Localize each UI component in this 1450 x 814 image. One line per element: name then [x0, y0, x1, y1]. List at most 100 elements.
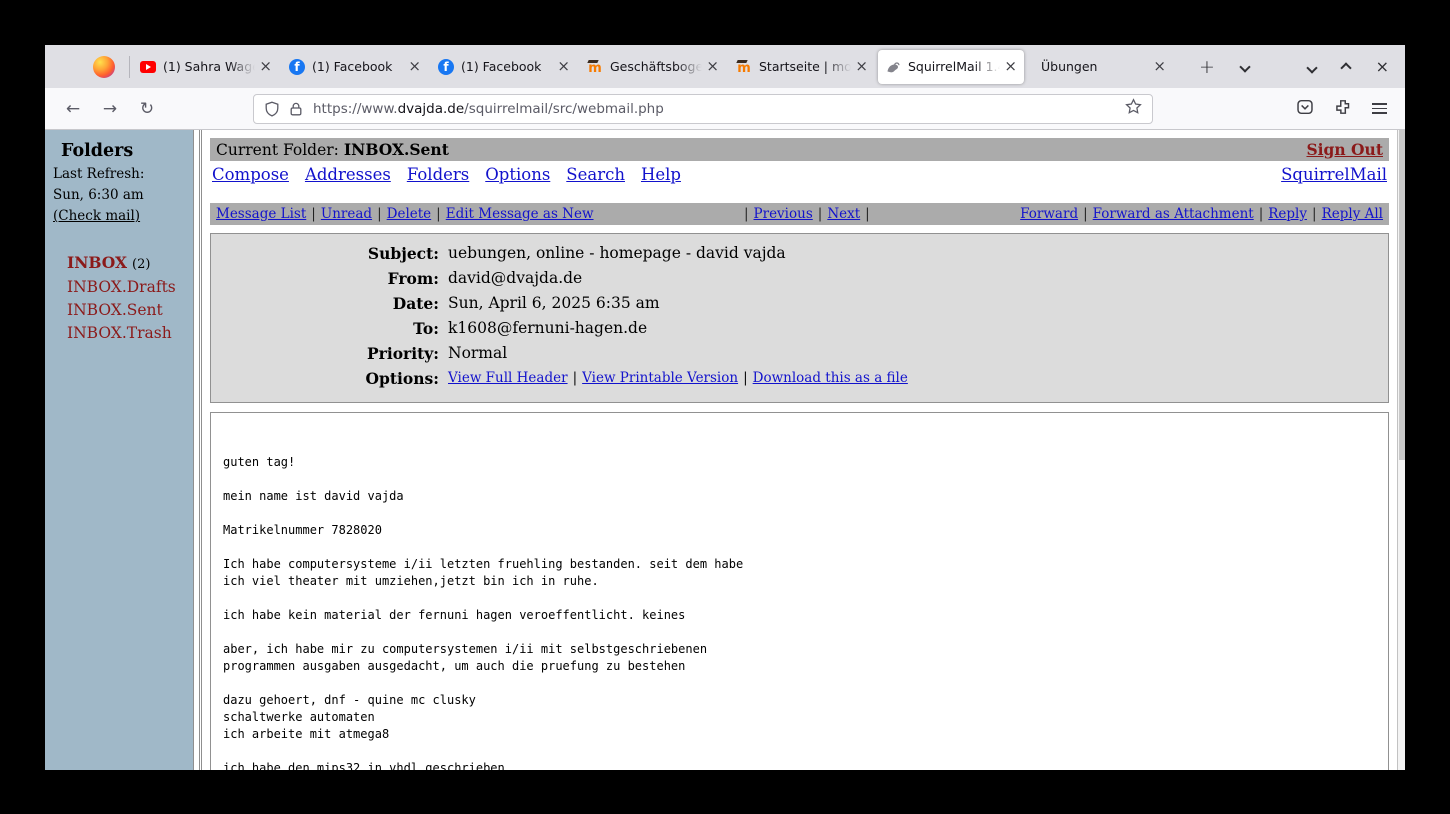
tab-close-icon[interactable]: ×: [706, 59, 719, 74]
message-nav-right: Forward|Forward as Attachment|Reply|Repl…: [1020, 206, 1383, 222]
tab-youtube[interactable]: (1) Sahra Wage ×: [133, 50, 279, 84]
options-links: View Full Header|View Printable Version|…: [448, 366, 908, 391]
tab-close-icon[interactable]: ×: [1153, 59, 1166, 74]
moodle-icon: m: [587, 59, 603, 75]
folders-title: Folders: [61, 141, 193, 161]
message-list-link[interactable]: Message List: [216, 206, 306, 222]
reply-all-link[interactable]: Reply All: [1322, 206, 1383, 222]
tab-close-icon[interactable]: ×: [557, 59, 570, 74]
toolbar-right-icons: [1296, 98, 1387, 120]
separator: |: [436, 206, 441, 222]
menu-help[interactable]: Help: [641, 165, 681, 184]
view-full-header-link[interactable]: View Full Header: [448, 370, 568, 386]
tab-close-icon[interactable]: ×: [408, 59, 421, 74]
trash-link[interactable]: INBOX.Trash: [67, 324, 172, 342]
forward-attachment-link[interactable]: Forward as Attachment: [1093, 206, 1254, 222]
message-header-panel: Subject:uebungen, online - homepage - da…: [210, 233, 1389, 403]
menu-options[interactable]: Options: [485, 165, 550, 184]
menu-folders[interactable]: Folders: [407, 165, 469, 184]
view-printable-link[interactable]: View Printable Version: [582, 370, 738, 386]
separator: |: [1312, 206, 1317, 222]
edit-as-new-link[interactable]: Edit Message as New: [446, 206, 594, 222]
unread-link[interactable]: Unread: [321, 206, 372, 222]
forward-link[interactable]: Forward: [1020, 206, 1078, 222]
menu-search[interactable]: Search: [566, 165, 625, 184]
priority-label: Priority:: [211, 341, 439, 366]
tab-title-fade: [974, 50, 1000, 84]
menu-hamburger-icon[interactable]: [1372, 100, 1387, 117]
menu-compose[interactable]: Compose: [212, 165, 289, 184]
menu-addresses[interactable]: Addresses: [305, 165, 391, 184]
squirrelmail-icon: [885, 59, 901, 75]
separator: |: [1083, 206, 1088, 222]
window-close-icon[interactable]: ×: [1376, 59, 1389, 75]
folder-item-trash[interactable]: INBOX.Trash: [67, 322, 193, 345]
bookmark-star-icon[interactable]: [1125, 98, 1142, 119]
new-tab-button[interactable]: +: [1199, 56, 1215, 78]
date-value: Sun, April 6, 2025 6:35 am: [448, 291, 660, 316]
webmail-main: Current Folder: INBOX.Sent Sign Out Comp…: [202, 130, 1397, 770]
url-bar[interactable]: https://www.dvajda.de/squirrelmail/src/w…: [253, 94, 1153, 124]
tab-close-icon[interactable]: ×: [855, 59, 868, 74]
forward-icon[interactable]: →: [96, 99, 124, 119]
tab-close-icon[interactable]: ×: [1004, 59, 1017, 74]
firefox-logo-icon: [93, 56, 115, 78]
tab-uebungen[interactable]: Übungen ×: [1027, 50, 1173, 84]
pocket-icon[interactable]: [1296, 98, 1314, 120]
tab-close-icon[interactable]: ×: [259, 59, 272, 74]
minimize-icon[interactable]: [1308, 57, 1316, 76]
youtube-icon: [140, 61, 156, 73]
reply-link[interactable]: Reply: [1268, 206, 1307, 222]
download-file-link[interactable]: Download this as a file: [753, 370, 908, 386]
next-link[interactable]: Next: [827, 206, 860, 222]
tab-bar: (1) Sahra Wage × f (1) Facebook × f (1) …: [45, 45, 1405, 88]
tab-facebook-2[interactable]: f (1) Facebook ×: [431, 50, 577, 84]
folder-item-inbox[interactable]: INBOX (2): [67, 251, 193, 276]
moodle-icon: m: [736, 59, 752, 75]
message-nav-bar: Message List|Unread|Delete|Edit Message …: [210, 203, 1389, 225]
sign-out-link[interactable]: Sign Out: [1306, 140, 1383, 159]
date-label: Date:: [211, 291, 439, 316]
separator: |: [818, 206, 823, 222]
tab-title-fade: [825, 50, 851, 84]
tab-title-fade: [676, 50, 702, 84]
separator: |: [1259, 206, 1264, 222]
subject-label: Subject:: [211, 241, 439, 266]
separator: |: [744, 206, 749, 222]
tab-moodle-geschaeftsbogen[interactable]: m Geschäftsboge ×: [580, 50, 726, 84]
inbox-link[interactable]: INBOX: [67, 253, 127, 272]
folder-item-drafts[interactable]: INBOX.Drafts: [67, 276, 193, 299]
from-value: david@dvajda.de: [448, 266, 582, 291]
vertical-scrollbar[interactable]: [1397, 130, 1405, 770]
tab-moodle-startseite[interactable]: m Startseite | mo ×: [729, 50, 875, 84]
maximize-icon[interactable]: [1342, 57, 1350, 76]
separator: |: [311, 206, 316, 222]
tab-title: (1) Facebook: [312, 59, 404, 74]
options-label: Options:: [211, 366, 439, 391]
message-body-panel: guten tag! mein name ist david vajda Mat…: [210, 412, 1389, 770]
separator: |: [377, 206, 382, 222]
tab-title: Übungen: [1041, 59, 1149, 74]
delete-link[interactable]: Delete: [387, 206, 432, 222]
separator: |: [743, 370, 748, 386]
scrollbar-thumb[interactable]: [1399, 130, 1405, 460]
facebook-icon: f: [289, 59, 305, 75]
sent-link[interactable]: INBOX.Sent: [67, 301, 163, 319]
tab-squirrelmail-active[interactable]: SquirrelMail 1.4 ×: [878, 50, 1024, 84]
tab-title: (1) Facebook: [461, 59, 553, 74]
priority-value: Normal: [448, 341, 507, 366]
tab-facebook-1[interactable]: f (1) Facebook ×: [282, 50, 428, 84]
separator: |: [865, 206, 870, 222]
reload-icon[interactable]: ↻: [133, 99, 161, 119]
back-icon[interactable]: ←: [59, 99, 87, 119]
folders-sidebar: Folders Last Refresh: Sun, 6:30 am (Chec…: [45, 130, 193, 770]
folder-item-sent[interactable]: INBOX.Sent: [67, 299, 193, 322]
previous-link[interactable]: Previous: [754, 206, 813, 222]
list-all-tabs-icon[interactable]: [1241, 63, 1249, 71]
folder-list: INBOX (2) INBOX.Drafts INBOX.Sent INBOX.…: [67, 251, 193, 345]
squirrelmail-brand-link[interactable]: SquirrelMail: [1281, 165, 1387, 184]
extensions-puzzle-icon[interactable]: [1334, 98, 1352, 120]
check-mail-link[interactable]: (Check mail): [53, 208, 140, 224]
browser-window: (1) Sahra Wage × f (1) Facebook × f (1) …: [45, 45, 1405, 770]
drafts-link[interactable]: INBOX.Drafts: [67, 278, 176, 296]
